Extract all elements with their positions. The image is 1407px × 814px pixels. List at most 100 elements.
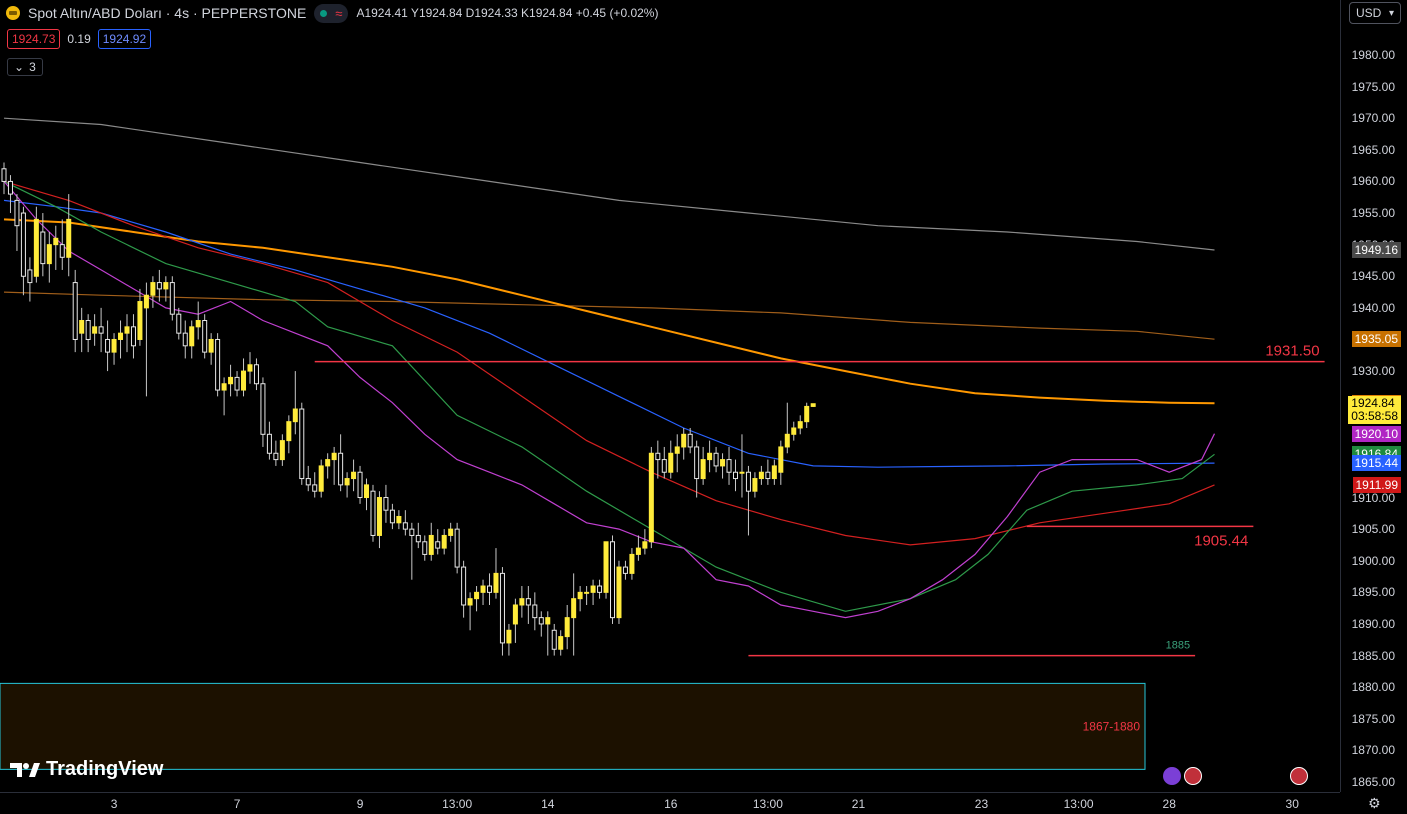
candle-body [422,541,428,555]
candle-body [674,446,680,454]
price-tag: 1915.44 [1351,455,1401,472]
candle-body [519,598,525,606]
candle-body [1,168,7,182]
candlestick-chart[interactable]: 1867-1880 1931.50 1905.44 1885 [0,0,1340,792]
indicator-toggle[interactable]: ⌄ 3 [7,58,43,76]
candle-body [474,591,480,600]
bid-price[interactable]: 1924.73 [7,29,61,49]
logo-wordmark: TradingView [46,758,164,780]
price-tick-label: 1960.00 [1351,174,1395,189]
candle-body [758,471,764,480]
candle-body [441,534,447,549]
price-tick-label: 1975.00 [1351,79,1395,94]
candle-body [234,376,240,391]
time-tick-label: 7 [233,797,241,811]
price-axis[interactable]: 1865.00 1870.00 1875.00 1880.00 1885.00 1890.… [1340,0,1407,792]
candle-body [467,598,473,606]
candle-body [415,534,421,543]
candle-body [14,199,20,227]
tradingview-logo[interactable]: TradingView [10,758,163,781]
moving-average-line [3,181,1216,619]
candle-body [176,313,182,334]
candle-body [169,282,175,315]
currency-selector[interactable]: USD ▾ [1349,2,1401,24]
candle-body [435,541,441,549]
lightning-icon[interactable] [1163,767,1181,785]
time-tick-label: 9 [356,797,364,811]
price-level-label: 1885 [1166,640,1190,652]
candle-body [584,591,590,594]
candle-body [428,534,434,555]
candle-body [20,212,26,277]
candle-body [389,509,395,524]
us-flag-icon[interactable] [1290,767,1308,785]
candle-body [370,490,376,536]
candle-body [241,370,247,391]
candle-body [98,326,104,334]
gear-icon[interactable]: ⚙ [1368,795,1381,812]
price-tick-label: 1875.00 [1351,711,1395,726]
ohlc-readout: A1924.41 Y1924.84 D1924.33 K1924.84 +0.4… [356,6,659,20]
candle-body [273,452,279,461]
candle-body [7,180,13,195]
zone-label: 1867-1880 [1083,719,1141,733]
us-flag-icon[interactable] [1184,767,1202,785]
price-tick-label: 1965.00 [1351,142,1395,157]
candle-body [221,383,227,391]
candle-body [681,433,687,448]
price-tick-label: 1880.00 [1351,680,1395,695]
candle-body [765,471,771,480]
candle-body [215,338,221,391]
price-tick-label: 1900.00 [1351,553,1395,568]
candle-body [409,528,415,536]
candle-body [603,541,609,593]
candle-body [577,591,583,600]
candle-body [66,218,72,258]
time-tick-label: 14 [541,797,555,811]
candle-body [525,598,531,606]
price-tick-label: 1885.00 [1351,648,1395,663]
price-tick-label: 1870.00 [1351,743,1395,758]
candle-body [85,320,91,340]
candle-body [668,452,674,473]
candle-body [130,326,136,347]
candle-body [79,320,85,334]
candle-body [396,515,402,524]
candle-body [506,629,512,644]
candle-body [72,282,78,340]
candle-body [260,383,266,435]
ask-price[interactable]: 1924.92 [97,29,152,49]
candle-body [609,541,616,619]
candle-body [228,376,234,385]
candle-body [687,433,693,448]
candle-body [208,338,214,353]
chart-plot-area[interactable]: 1867-1880 1931.50 1905.44 1885 [0,0,1340,792]
price-tick-label: 1955.00 [1351,206,1395,221]
candle-body [46,244,52,265]
support-zone [0,682,1146,770]
time-axis[interactable]: 37913:00141613:00212313:002830Eyl [0,792,1407,814]
last-price-tag: 1924.84 03:58:58 [1348,395,1401,424]
candle-body [629,553,635,574]
candle-body [202,320,208,353]
candle-body [118,332,124,340]
candle-body [778,446,784,473]
candle-body [53,237,59,246]
candle-body [616,566,622,619]
candle-body [286,421,292,442]
candle-body [810,403,816,407]
candle-body [745,471,751,492]
candle-body [189,326,195,347]
price-tick-label: 1890.00 [1351,616,1395,631]
time-tick-label: 16 [664,797,678,811]
candle-body [480,585,486,593]
candle-body [732,471,739,480]
candle-body [642,541,648,549]
price-level-label: 1931.50 [1265,343,1319,360]
candle-body [338,452,344,486]
candle-body [253,364,259,385]
market-status[interactable]: ≈ [314,3,349,23]
quote-panel: 1924.73 0.19 1924.92 [7,29,152,49]
candle-body [325,459,331,467]
symbol-title[interactable]: Spot Altın/ABD Doları · 4s · PEPPERSTONE [28,5,306,21]
